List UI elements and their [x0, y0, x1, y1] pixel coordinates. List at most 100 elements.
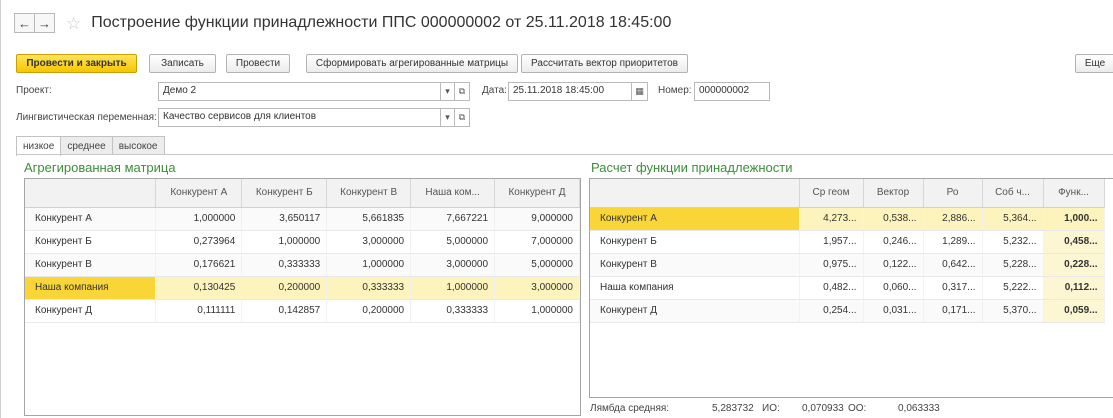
- cell-value: 5,370...: [982, 299, 1044, 323]
- calculate-priority-vector-button[interactable]: Рассчитать вектор приоритетов: [521, 54, 688, 73]
- row-name: Конкурент Д: [25, 299, 157, 323]
- date-input[interactable]: 25.11.2018 18:45:00: [508, 82, 632, 101]
- build-aggregated-matrices-button[interactable]: Сформировать агрегированные матрицы: [306, 54, 518, 73]
- cell-value: 3,000000: [410, 253, 496, 277]
- cell-value: 0,171...: [923, 299, 983, 323]
- column-header[interactable]: Конкурент В: [326, 179, 412, 208]
- post-and-close-button[interactable]: Провести и закрыть: [16, 54, 137, 73]
- post-button[interactable]: Провести: [226, 54, 290, 73]
- window-title: Построение функции принадлежности ППС 00…: [91, 14, 672, 31]
- aggregated-matrix-table[interactable]: Конкурент А Конкурент Б Конкурент В Наша…: [24, 178, 581, 416]
- cell-value: 0,176621: [155, 253, 243, 277]
- open-icon: ⧉: [458, 86, 466, 96]
- oo-label: ОО:: [848, 403, 867, 414]
- table-row[interactable]: Наша компания 0,482... 0,060... 0,317...…: [590, 276, 1105, 300]
- table-row[interactable]: Конкурент А 1,000000 3,650117 5,661835 7…: [25, 207, 580, 231]
- cell-value: 0,122...: [863, 253, 924, 277]
- column-header[interactable]: Функ...: [1043, 179, 1105, 208]
- cell-value: 0,642...: [923, 253, 983, 277]
- table-row[interactable]: Конкурент В 0,975... 0,122... 0,642... 5…: [590, 253, 1105, 277]
- cell-value: 0,333333: [241, 253, 328, 277]
- project-open-button[interactable]: ⧉: [454, 82, 470, 101]
- arrow-right-icon: →: [38, 15, 51, 31]
- linguistic-variable-input[interactable]: Качество сервисов для клиентов: [158, 108, 441, 127]
- cell-value: 0,538...: [863, 207, 924, 231]
- column-header[interactable]: Наша ком...: [410, 179, 496, 208]
- cell-value: 5,232...: [982, 230, 1044, 254]
- linguistic-variable-label: Лингвистическая переменная:: [16, 112, 157, 123]
- table-row-selected[interactable]: Конкурент А 4,273... 0,538... 2,886... 5…: [590, 207, 1105, 231]
- table-row[interactable]: Конкурент Б 1,957... 0,246... 1,289... 5…: [590, 230, 1105, 254]
- cell-value: 1,000000: [155, 207, 243, 231]
- cell-value: 1,289...: [923, 230, 983, 254]
- table-row[interactable]: Конкурент В 0,176621 0,333333 1,000000 3…: [25, 253, 580, 277]
- tab-low[interactable]: низкое: [16, 136, 62, 156]
- membership-calculation-title: Расчет функции принадлежности: [591, 160, 793, 175]
- column-header[interactable]: Конкурент Б: [241, 179, 328, 208]
- cell-value: 7,000000: [494, 230, 580, 254]
- back-button[interactable]: ←: [14, 13, 35, 33]
- cell-value: 0,246...: [863, 230, 924, 254]
- table-header-row: Ср геом Вектор Ро Соб ч... Функ...: [590, 179, 1105, 208]
- column-header[interactable]: [590, 179, 800, 208]
- cell-value: 0,228...: [1043, 253, 1105, 277]
- column-header[interactable]: Вектор: [863, 179, 924, 208]
- cell-value: 0,111111: [155, 299, 243, 323]
- cell-value: 0,273964: [155, 230, 243, 254]
- row-name: Наша компания: [590, 276, 800, 300]
- column-header[interactable]: Соб ч...: [982, 179, 1044, 208]
- column-header[interactable]: Ро: [923, 179, 983, 208]
- cell-value: 4,273...: [799, 207, 864, 231]
- chevron-down-icon: ▾: [445, 112, 450, 122]
- tab-high[interactable]: высокое: [111, 136, 165, 155]
- project-input[interactable]: Демо 2: [158, 82, 441, 101]
- linguistic-variable-dropdown-button[interactable]: ▾: [440, 108, 455, 127]
- tab-medium[interactable]: среднее: [60, 136, 113, 155]
- row-name: Конкурент А: [590, 207, 800, 231]
- more-button[interactable]: Еще: [1075, 54, 1113, 73]
- table-row[interactable]: Конкурент Д 0,254... 0,031... 0,171... 5…: [590, 299, 1105, 323]
- column-header[interactable]: Ср геом: [799, 179, 864, 208]
- forward-button[interactable]: →: [34, 13, 55, 33]
- cell-value: 5,000000: [410, 230, 496, 254]
- favorite-star-icon[interactable]: ☆: [66, 15, 81, 32]
- cell-value: 0,060...: [863, 276, 924, 300]
- number-input[interactable]: 000000002: [694, 82, 770, 101]
- cell-value: 3,650117: [241, 207, 328, 231]
- window-left-border: [0, 0, 1, 418]
- cell-value: 0,059...: [1043, 299, 1105, 323]
- cell-value: 7,667221: [410, 207, 496, 231]
- calendar-button[interactable]: ▦: [631, 82, 648, 101]
- row-name: Конкурент В: [25, 253, 157, 277]
- project-dropdown-button[interactable]: ▾: [440, 82, 455, 101]
- oo-value: 0,063333: [898, 403, 940, 414]
- cell-value: 5,000000: [494, 253, 580, 277]
- cell-value: 1,957...: [799, 230, 864, 254]
- toolbar: Провести и закрыть Записать Провести Сфо…: [16, 54, 1113, 74]
- column-header[interactable]: Конкурент Д: [494, 179, 580, 208]
- table-row-selected[interactable]: Наша компания 0,130425 0,200000 0,333333…: [25, 276, 580, 300]
- lambda-label: Лямбда средняя:: [590, 403, 670, 414]
- lambda-value: 5,283732: [712, 403, 754, 414]
- cell-value: 9,000000: [494, 207, 580, 231]
- table-header-row: Конкурент А Конкурент Б Конкурент В Наша…: [25, 179, 580, 208]
- column-header[interactable]: [25, 179, 157, 208]
- linguistic-variable-open-button[interactable]: ⧉: [454, 108, 470, 127]
- cell-value: 3,000000: [326, 230, 412, 254]
- arrow-left-icon: ←: [18, 15, 31, 31]
- cell-value: 0,317...: [923, 276, 983, 300]
- row-name: Конкурент Д: [590, 299, 800, 323]
- cell-value: 0,031...: [863, 299, 924, 323]
- save-button[interactable]: Записать: [149, 54, 216, 73]
- open-icon: ⧉: [458, 112, 466, 122]
- tab-divider: [16, 154, 1113, 155]
- cell-value: 0,333333: [326, 276, 412, 300]
- calendar-icon: ▦: [635, 86, 644, 96]
- column-header[interactable]: Конкурент А: [155, 179, 243, 208]
- membership-calculation-table[interactable]: Ср геом Вектор Ро Соб ч... Функ... Конку…: [589, 178, 1113, 398]
- cell-value: 0,200000: [241, 276, 328, 300]
- table-row[interactable]: Конкурент Б 0,273964 1,000000 3,000000 5…: [25, 230, 580, 254]
- table-row[interactable]: Конкурент Д 0,111111 0,142857 0,200000 0…: [25, 299, 580, 323]
- membership-calculation-grid: Ср геом Вектор Ро Соб ч... Функ... Конку…: [590, 179, 1105, 323]
- cell-value: 5,222...: [982, 276, 1044, 300]
